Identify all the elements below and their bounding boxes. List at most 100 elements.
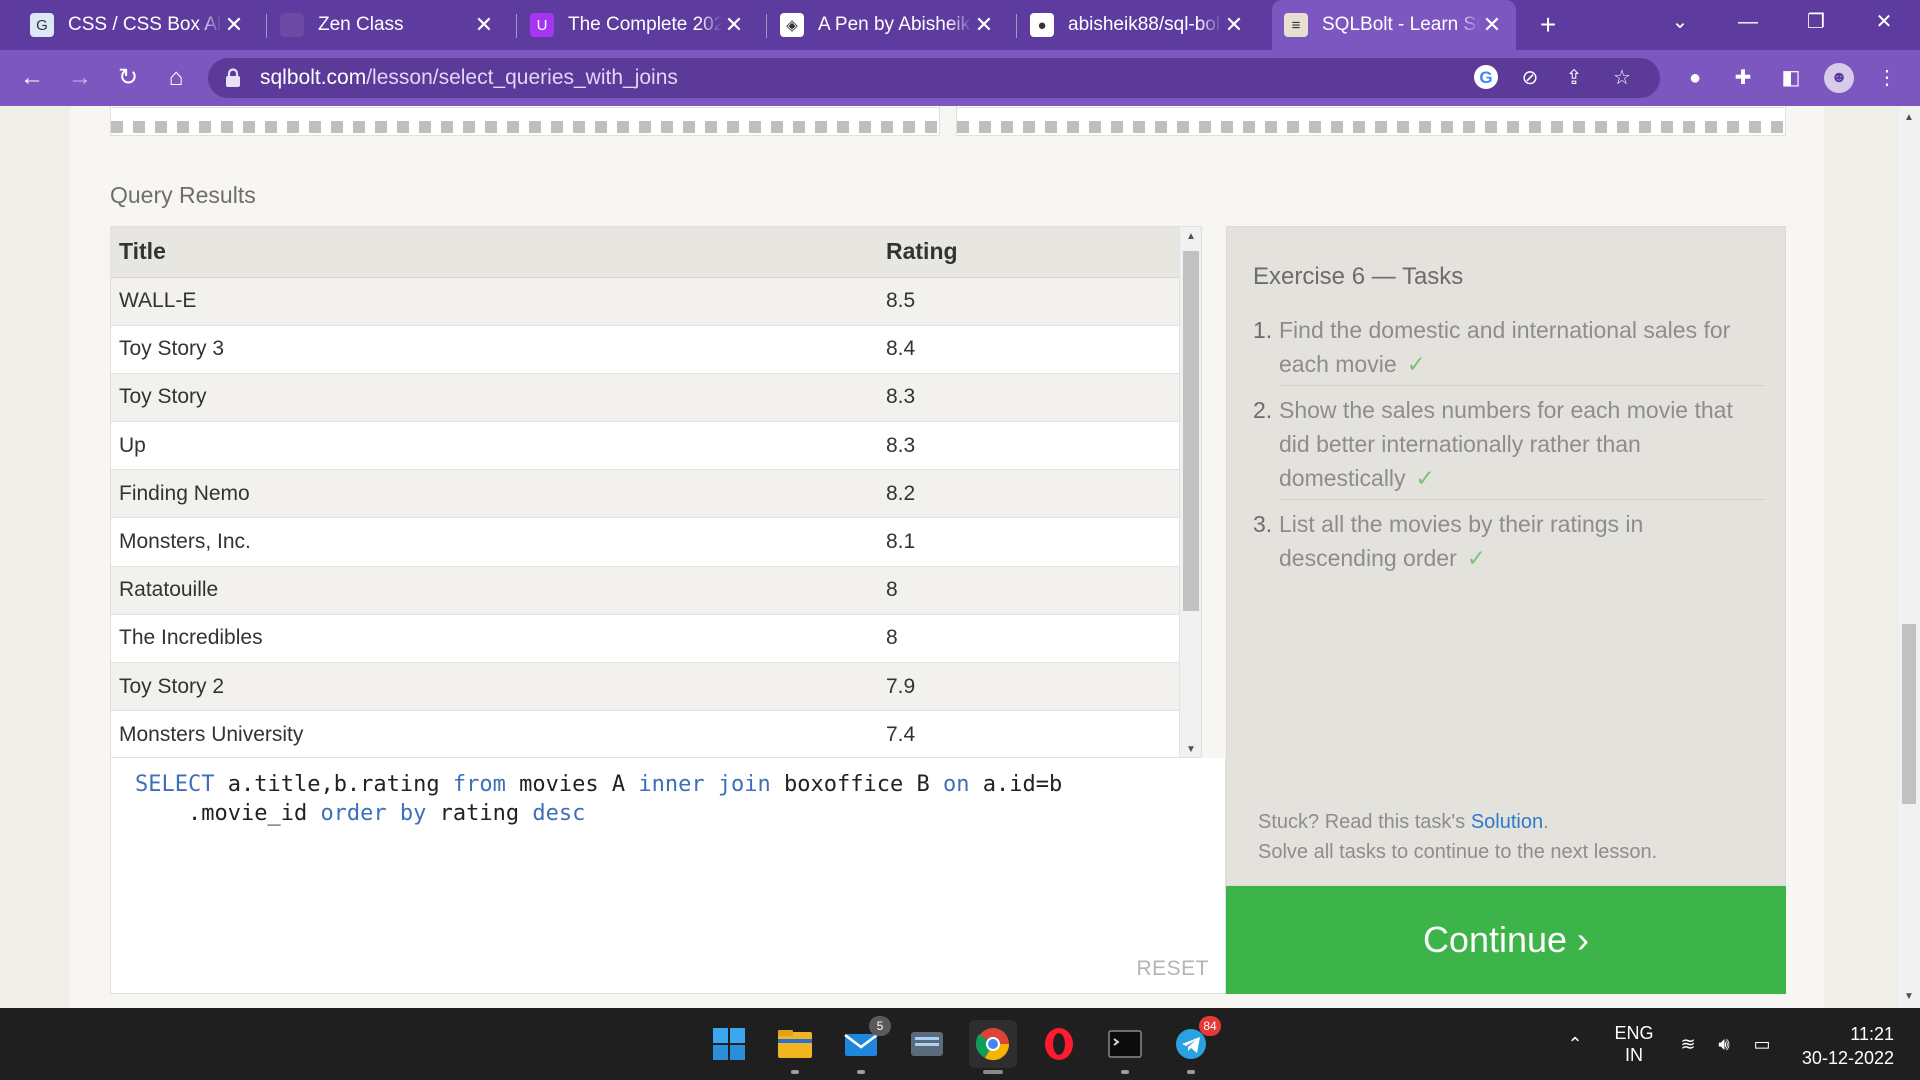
sqlbolt-favicon-icon: ≡: [1284, 13, 1308, 37]
tray-chevron-icon[interactable]: ⌃: [1560, 1008, 1590, 1080]
reset-button[interactable]: RESET: [1136, 957, 1209, 981]
results-scroll-thumb[interactable]: [1183, 251, 1199, 611]
cell-title: Up: [111, 421, 878, 471]
task-divider: [1279, 385, 1765, 386]
tasks-heading: Exercise 6 — Tasks: [1253, 263, 1464, 290]
tab-close-icon[interactable]: ✕: [722, 12, 746, 38]
udemy-favicon-icon: U: [530, 13, 554, 37]
svg-text:G: G: [1479, 68, 1492, 87]
table-row: Finding Nemo 8.2: [111, 469, 1201, 519]
results-scrollbar[interactable]: ▲ ▼: [1179, 227, 1201, 757]
tab-5[interactable]: ● abisheik88/sql-bolt ✕: [1022, 0, 1254, 50]
tab-close-icon[interactable]: ✕: [972, 12, 996, 38]
address-bar[interactable]: sqlbolt.com/lesson/select_queries_with_j…: [208, 58, 1660, 98]
page-scrollbar[interactable]: ▲ ▼: [1898, 106, 1920, 1008]
reload-icon[interactable]: ↻: [110, 60, 146, 96]
tab-close-icon[interactable]: ✕: [1222, 12, 1246, 38]
tab-2[interactable]: Zen Class ✕: [272, 0, 504, 50]
sql-text: .movie_id: [135, 801, 321, 826]
stuck-hint: Stuck? Read this task's Solution.: [1258, 811, 1549, 833]
column-header-title: Title: [111, 227, 878, 278]
tab-close-icon[interactable]: ✕: [1480, 12, 1504, 38]
sql-code[interactable]: SELECT a.title,b.rating from movies A in…: [135, 770, 1062, 828]
tab-close-icon[interactable]: ✕: [472, 12, 496, 38]
sql-text: rating: [426, 801, 533, 826]
checkmark-icon: ✓: [1415, 465, 1435, 491]
table-row: Up 8.3: [111, 421, 1201, 471]
cell-title: Monsters University: [111, 710, 878, 757]
windows-taskbar: 5 84 ⌃ ENG IN ≋ 🔊︎ ▭ 11:21 30-12-2022: [0, 1008, 1920, 1080]
telegram-badge: 84: [1199, 1016, 1221, 1036]
exercise-tasks-panel: Exercise 6 — Tasks 1. Find the domestic a…: [1226, 226, 1786, 886]
close-window-icon[interactable]: ✕: [1854, 0, 1914, 44]
sql-text: a.id=b: [969, 772, 1063, 797]
scroll-up-arrow-icon[interactable]: ▲: [1180, 231, 1201, 242]
page-scroll-down-icon[interactable]: ▼: [1898, 991, 1920, 1002]
browser-toolbar: ← → ↻ ⌂ sqlbolt.com/lesson/select_querie…: [0, 50, 1920, 106]
keyboard-app-icon[interactable]: [903, 1020, 951, 1068]
table-row: Monsters University 7.4: [111, 710, 1201, 757]
profile-avatar[interactable]: ☻: [1824, 63, 1854, 93]
side-panel-icon[interactable]: ◧: [1776, 63, 1806, 93]
eye-off-icon[interactable]: ⊘: [1516, 64, 1544, 92]
extension-icon[interactable]: ●: [1680, 63, 1710, 93]
telegram-icon[interactable]: 84: [1167, 1016, 1221, 1074]
terminal-icon[interactable]: [1101, 1020, 1149, 1074]
task-divider: [1279, 499, 1765, 500]
file-explorer-icon[interactable]: [771, 1020, 819, 1074]
sql-text: boxoffice B: [770, 772, 943, 797]
tab-separator: [766, 14, 767, 38]
tab-4[interactable]: ◈ A Pen by Abisheik ✕: [772, 0, 1004, 50]
query-results-table[interactable]: Title Rating WALL-E 8.5 Toy Story 3 8.4 Toy …: [110, 226, 1202, 758]
cell-rating: 8.1: [878, 517, 1201, 567]
tab-search-icon[interactable]: ⌄: [1650, 0, 1710, 44]
page-scroll-thumb[interactable]: [1902, 624, 1916, 804]
language-indicator[interactable]: ENG IN: [1604, 1008, 1664, 1080]
tab-title: SQLBolt - Learn SQL: [1322, 14, 1480, 35]
clock[interactable]: 11:21 30-12-2022: [1786, 1008, 1906, 1080]
cell-rating: 8.2: [878, 469, 1201, 519]
page-scroll-up-icon[interactable]: ▲: [1898, 112, 1920, 123]
windows-start-icon[interactable]: [705, 1020, 753, 1068]
cell-rating: 8.4: [878, 325, 1201, 374]
google-icon[interactable]: G: [1472, 64, 1500, 92]
wifi-icon[interactable]: ≋: [1676, 1008, 1700, 1080]
table-row: Ratatouille 8: [111, 566, 1201, 615]
back-icon[interactable]: ←: [14, 60, 50, 96]
table-row: Toy Story 2 7.9: [111, 662, 1201, 712]
sql-editor[interactable]: SELECT a.title,b.rating from movies A in…: [110, 758, 1226, 994]
opera-icon[interactable]: [1035, 1020, 1083, 1068]
tab-1[interactable]: G CSS / CSS Box Align✕: [22, 0, 254, 50]
cell-rating: 7.9: [878, 662, 1201, 712]
new-tab-button[interactable]: +: [1530, 8, 1566, 44]
previous-tables-cutoff: [110, 106, 1786, 136]
mail-icon[interactable]: 5: [837, 1016, 891, 1074]
menu-kebab-icon[interactable]: ⋮: [1872, 63, 1902, 93]
lock-icon: [226, 68, 240, 87]
forward-icon[interactable]: →: [62, 60, 98, 96]
home-icon[interactable]: ⌂: [158, 60, 194, 96]
page-viewport: Query Results Title Rating WALL-E 8.5 Toy …: [0, 106, 1898, 1008]
minimize-icon[interactable]: —: [1718, 0, 1778, 44]
volume-icon[interactable]: 🔊︎: [1710, 1008, 1738, 1080]
share-icon[interactable]: ⇪: [1560, 64, 1588, 92]
tab-separator: [266, 14, 267, 38]
bookmark-star-icon[interactable]: ☆: [1608, 64, 1636, 92]
tab-3[interactable]: U The Complete 2023 ✕: [522, 0, 754, 50]
battery-icon[interactable]: ▭: [1748, 1008, 1776, 1080]
tab-close-icon[interactable]: ✕: [222, 12, 246, 38]
solution-link[interactable]: Solution: [1471, 811, 1543, 833]
extensions-puzzle-icon[interactable]: ✚: [1728, 63, 1758, 93]
url-text: sqlbolt.com/lesson/select_queries_with_j…: [260, 66, 678, 89]
sql-keyword: SELECT: [135, 772, 215, 797]
cell-title: Finding Nemo: [111, 469, 878, 519]
tab-6[interactable]: ≡ SQLBolt - Learn SQL✕: [1272, 0, 1516, 50]
sql-text: movies A: [505, 772, 639, 797]
restore-icon[interactable]: ❐: [1786, 0, 1846, 44]
chrome-icon[interactable]: [969, 1020, 1017, 1074]
cell-title: Toy Story 2: [111, 662, 878, 712]
continue-button[interactable]: Continue ›: [1226, 886, 1786, 994]
css-favicon-icon: G: [30, 13, 54, 37]
scroll-down-arrow-icon[interactable]: ▼: [1180, 744, 1201, 755]
tab-separator: [1016, 14, 1017, 38]
